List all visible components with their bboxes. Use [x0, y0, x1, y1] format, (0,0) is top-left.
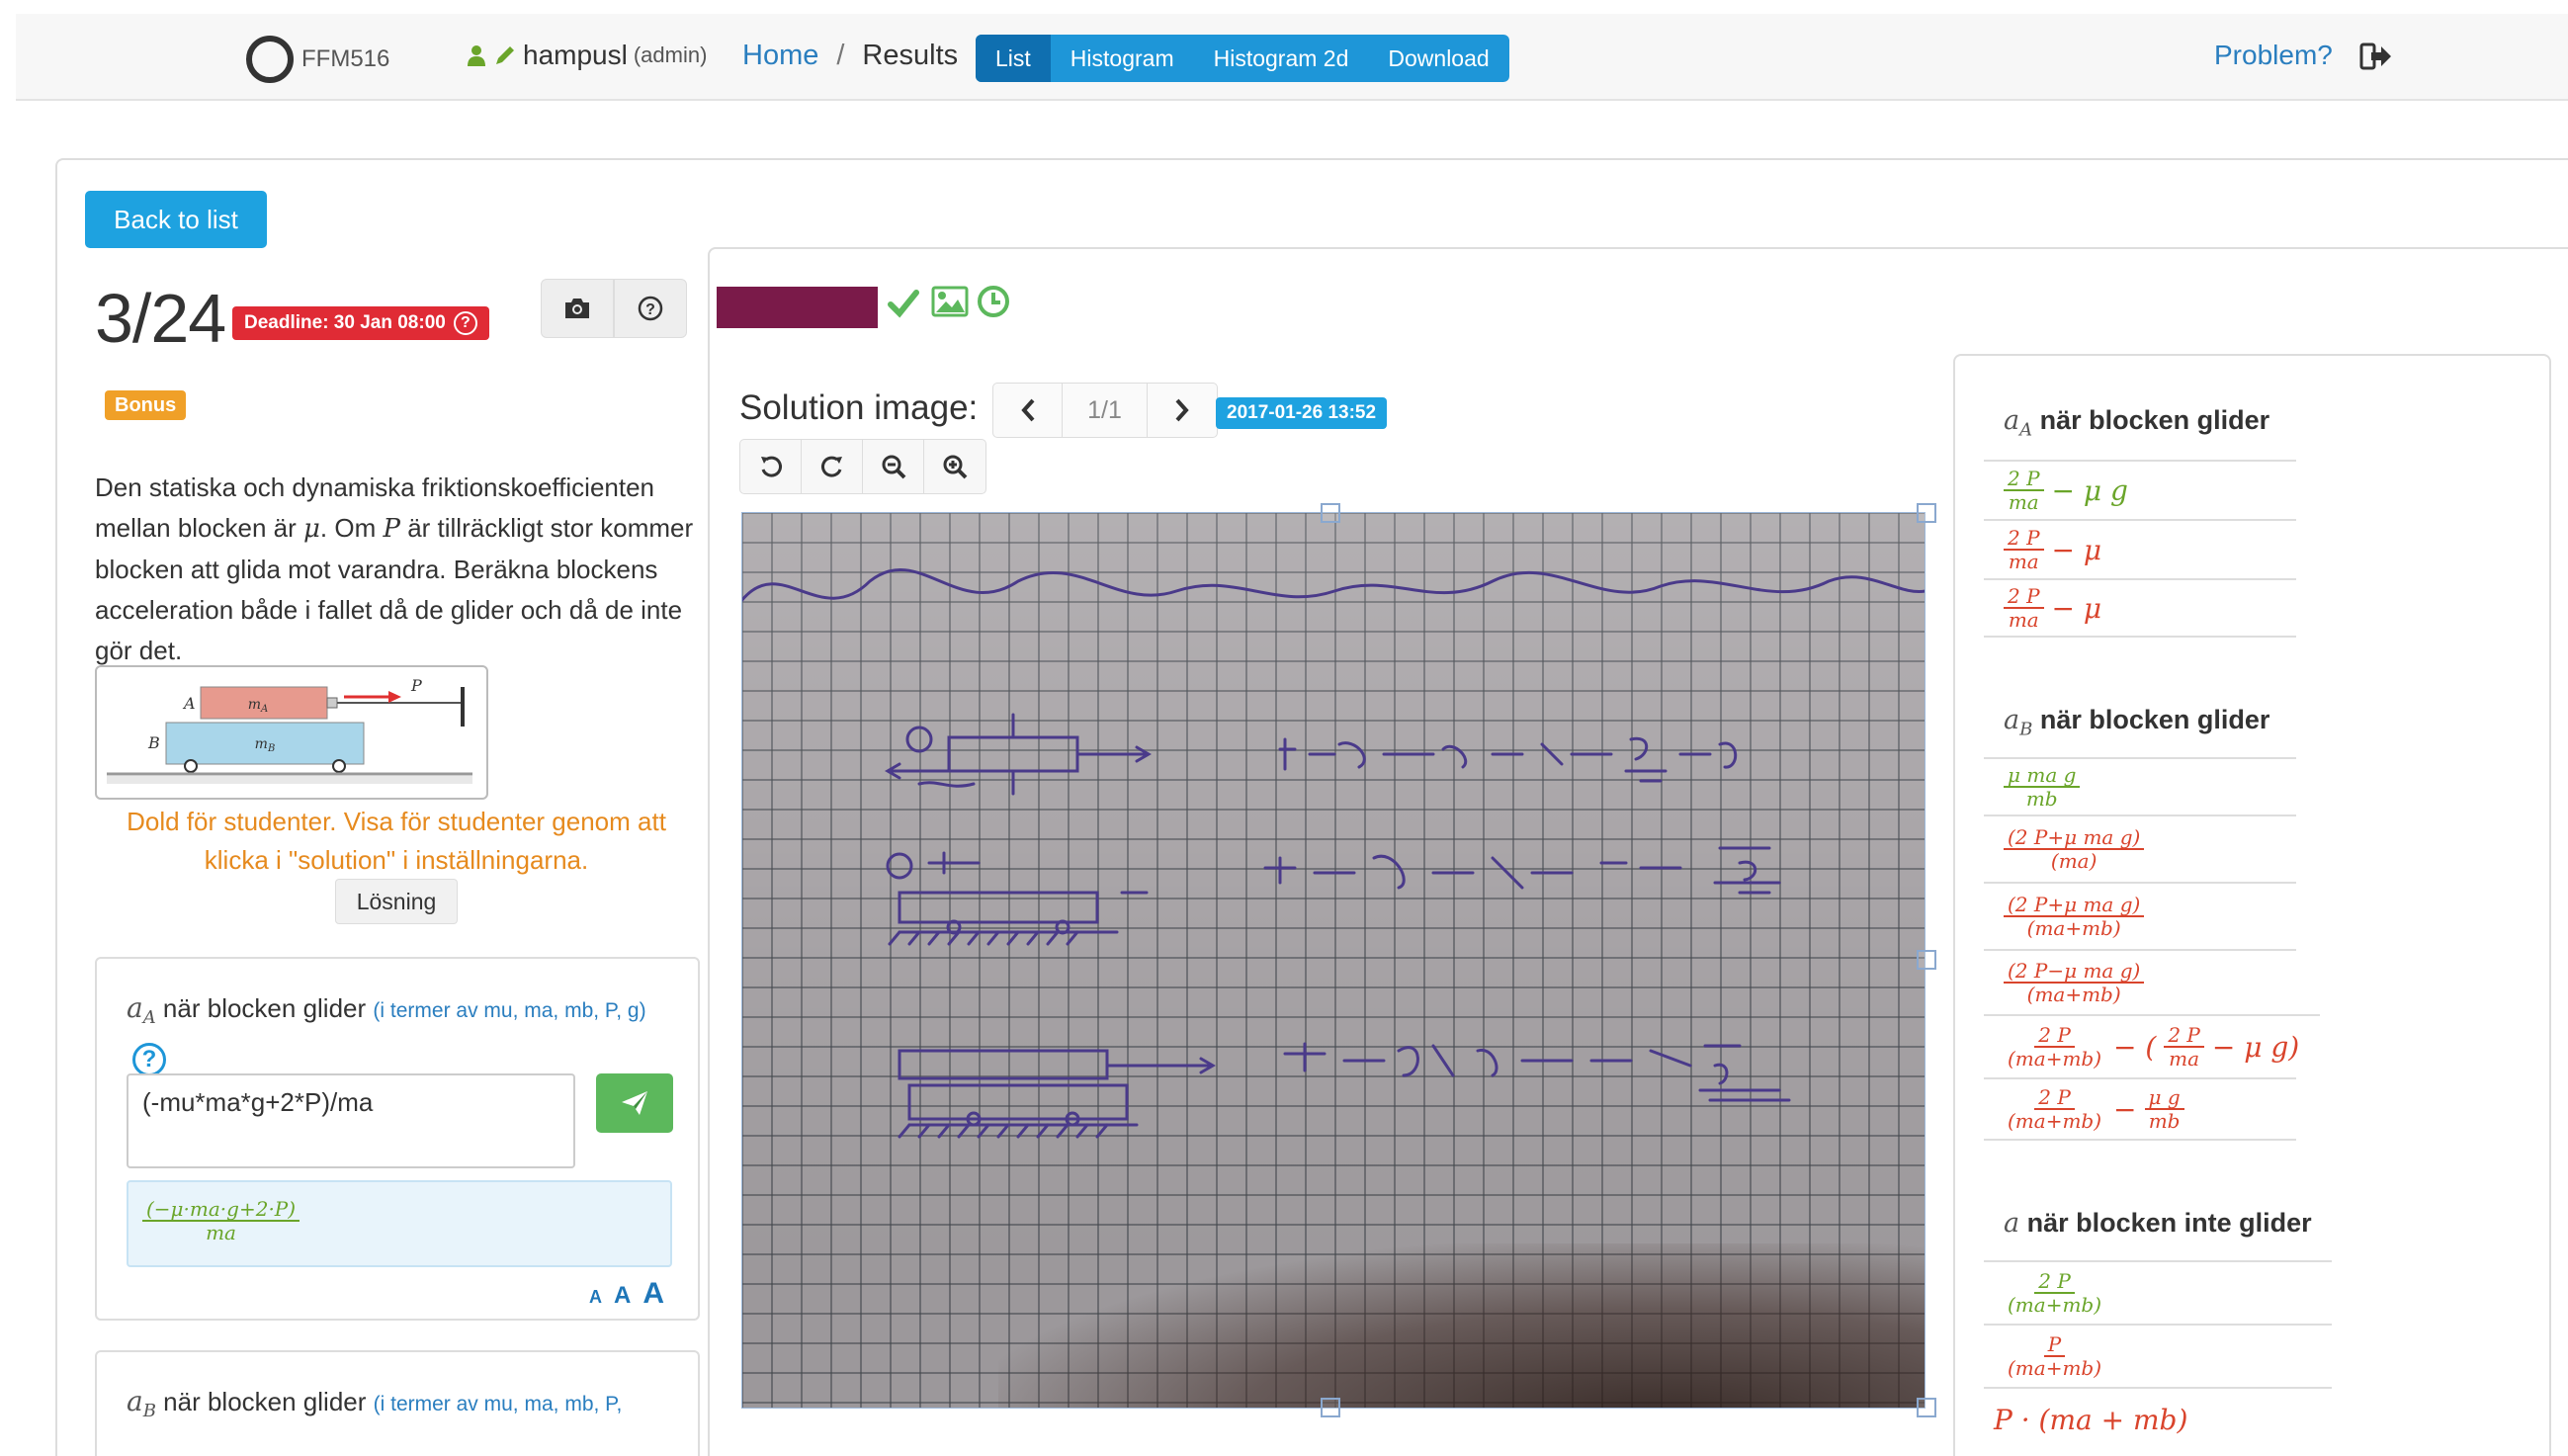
- image-toolbar: [739, 439, 986, 494]
- question-hint: (i termer av mu, ma, mb, P,: [373, 1393, 623, 1415]
- answer-row: P · (ma + mb): [1984, 1387, 2332, 1450]
- pencil-icon: [496, 46, 514, 64]
- deadline-text: Deadline: 30 Jan 08:00: [244, 312, 446, 333]
- problem-statement: Den statiska och dynamiska friktionskoef…: [95, 472, 694, 665]
- answer-preview: (−μ·ma·g+2·P) ma: [127, 1180, 672, 1267]
- submission-timestamp: 2017-01-26 13:52: [1216, 397, 1388, 429]
- bonus-badge: Bonus: [105, 390, 187, 420]
- rotate-left-button[interactable]: [740, 440, 802, 493]
- answer-row: 2 Pma − μ: [1984, 519, 2296, 578]
- tab-histogram-2d[interactable]: Histogram 2d: [1194, 35, 1369, 82]
- question-help-icon[interactable]: ?: [132, 1043, 166, 1077]
- user-role: (admin): [633, 43, 708, 67]
- course-code: FFM516: [301, 45, 390, 72]
- back-to-list-button[interactable]: Back to list: [85, 191, 267, 248]
- font-small-button[interactable]: A: [589, 1287, 602, 1308]
- view-tabs: List Histogram Histogram 2d Download: [976, 35, 1509, 82]
- answer-group-title-aA: aA när blocken glider: [2004, 405, 2270, 441]
- question-title: aB när blocken glider (i termer av mu, m…: [127, 1385, 623, 1422]
- image-pager: 1/1: [992, 383, 1218, 438]
- check-icon: [888, 290, 919, 318]
- solution-button[interactable]: Lösning: [335, 879, 458, 924]
- rotate-left-icon: [760, 456, 782, 477]
- problem-figure[interactable]: mA mB A B P: [95, 665, 488, 800]
- zoom-in-icon: [943, 455, 968, 479]
- question-title: aA när blocken glider (i termer av mu, m…: [127, 988, 680, 1077]
- zoom-out-button[interactable]: [863, 440, 924, 493]
- svg-text:?: ?: [645, 301, 655, 318]
- problem-link[interactable]: Problem?: [2214, 40, 2333, 71]
- camera-button[interactable]: [541, 279, 614, 338]
- user-menu[interactable]: hampusl (admin): [466, 40, 707, 71]
- font-medium-button[interactable]: A: [614, 1282, 631, 1310]
- answer-row: (2 P+μ ma g) (ma): [1984, 814, 2296, 882]
- blocks-diagram: mA mB A B P: [107, 676, 472, 784]
- font-large-button[interactable]: A: [642, 1277, 664, 1311]
- top-navbar: FFM516 hampusl (admin) Home / Results Li…: [16, 14, 2568, 101]
- zoom-out-icon: [882, 455, 905, 479]
- student-name-redacted: [717, 287, 878, 328]
- help-button[interactable]: ?: [614, 279, 687, 338]
- answer-group-title-a: a när blocken inte glider: [2004, 1208, 2312, 1239]
- answer-group-title-aB: aB när blocken glider: [2004, 705, 2270, 740]
- rotate-right-icon: [820, 456, 842, 477]
- logout-icon[interactable]: [2359, 40, 2393, 73]
- font-size-controls: A A A: [589, 1277, 664, 1311]
- svg-text:A: A: [182, 694, 196, 713]
- question-circle-icon: ?: [638, 296, 663, 321]
- page-indicator: 1/1: [1063, 384, 1148, 437]
- answer-row: 2 Pma − μ: [1984, 578, 2296, 638]
- breadcrumb: Home / Results: [742, 40, 958, 72]
- breadcrumb-separator: /: [836, 40, 845, 71]
- image-icon[interactable]: [931, 285, 969, 318]
- username: hampusl: [523, 40, 628, 70]
- answer-row: μ ma g mb: [1984, 757, 2296, 814]
- user-icon: [468, 45, 485, 66]
- question-card-aA: aA när blocken glider (i termer av mu, m…: [95, 957, 700, 1321]
- rotate-right-button[interactable]: [802, 440, 863, 493]
- chevron-right-icon: [1175, 398, 1189, 422]
- answer-row: 2 Pma − μ g: [1984, 460, 2296, 519]
- deadline-badge: Deadline: 30 Jan 08:00 ?: [232, 306, 489, 340]
- deadline-help-icon[interactable]: ?: [453, 311, 477, 335]
- answer-row: 2 P (ma+mb): [1984, 1260, 2332, 1324]
- handwritten-solution: [741, 568, 1926, 1139]
- exercise-counter: 3/24: [95, 280, 226, 357]
- chevron-left-icon: [1020, 398, 1034, 422]
- answer-row: (2 P+μ ma g) (ma+mb): [1984, 882, 2296, 949]
- tab-download[interactable]: Download: [1368, 35, 1508, 82]
- tab-histogram[interactable]: Histogram: [1051, 35, 1194, 82]
- next-image-button[interactable]: [1148, 384, 1217, 437]
- answer-row: (2 P−μ ma g) (ma+mb): [1984, 949, 2296, 1014]
- submit-answer-button[interactable]: [596, 1073, 673, 1133]
- clock-icon[interactable]: [977, 285, 1010, 318]
- tab-list[interactable]: List: [976, 35, 1051, 82]
- course-brand[interactable]: FFM516: [246, 36, 389, 83]
- answer-row: 2 P (ma+mb) − (2 Pma − μ g): [1984, 1014, 2320, 1077]
- question-card-aB: aB när blocken glider (i termer av mu, m…: [95, 1350, 700, 1456]
- solution-photo[interactable]: [741, 512, 1926, 1409]
- svg-text:B: B: [147, 733, 160, 752]
- breadcrumb-current: Results: [862, 40, 959, 71]
- hidden-solution-note: Dold för studenter. Visa för studenter g…: [127, 807, 666, 875]
- breadcrumb-home[interactable]: Home: [742, 40, 818, 72]
- course-logo-icon: [246, 36, 294, 83]
- zoom-in-button[interactable]: [924, 440, 985, 493]
- camera-icon: [565, 299, 589, 318]
- question-hint: (i termer av mu, ma, mb, P, g): [373, 999, 646, 1022]
- svg-text:P: P: [410, 676, 422, 695]
- previous-image-button[interactable]: [993, 384, 1063, 437]
- solution-image-label: Solution image:: [739, 388, 979, 427]
- answer-row: 2 P (ma+mb) − μ g mb: [1984, 1077, 2296, 1141]
- answer-row: P (ma+mb): [1984, 1324, 2332, 1387]
- answer-input[interactable]: (-mu*ma*g+2*P)/ma: [127, 1073, 575, 1168]
- send-icon: [622, 1091, 647, 1115]
